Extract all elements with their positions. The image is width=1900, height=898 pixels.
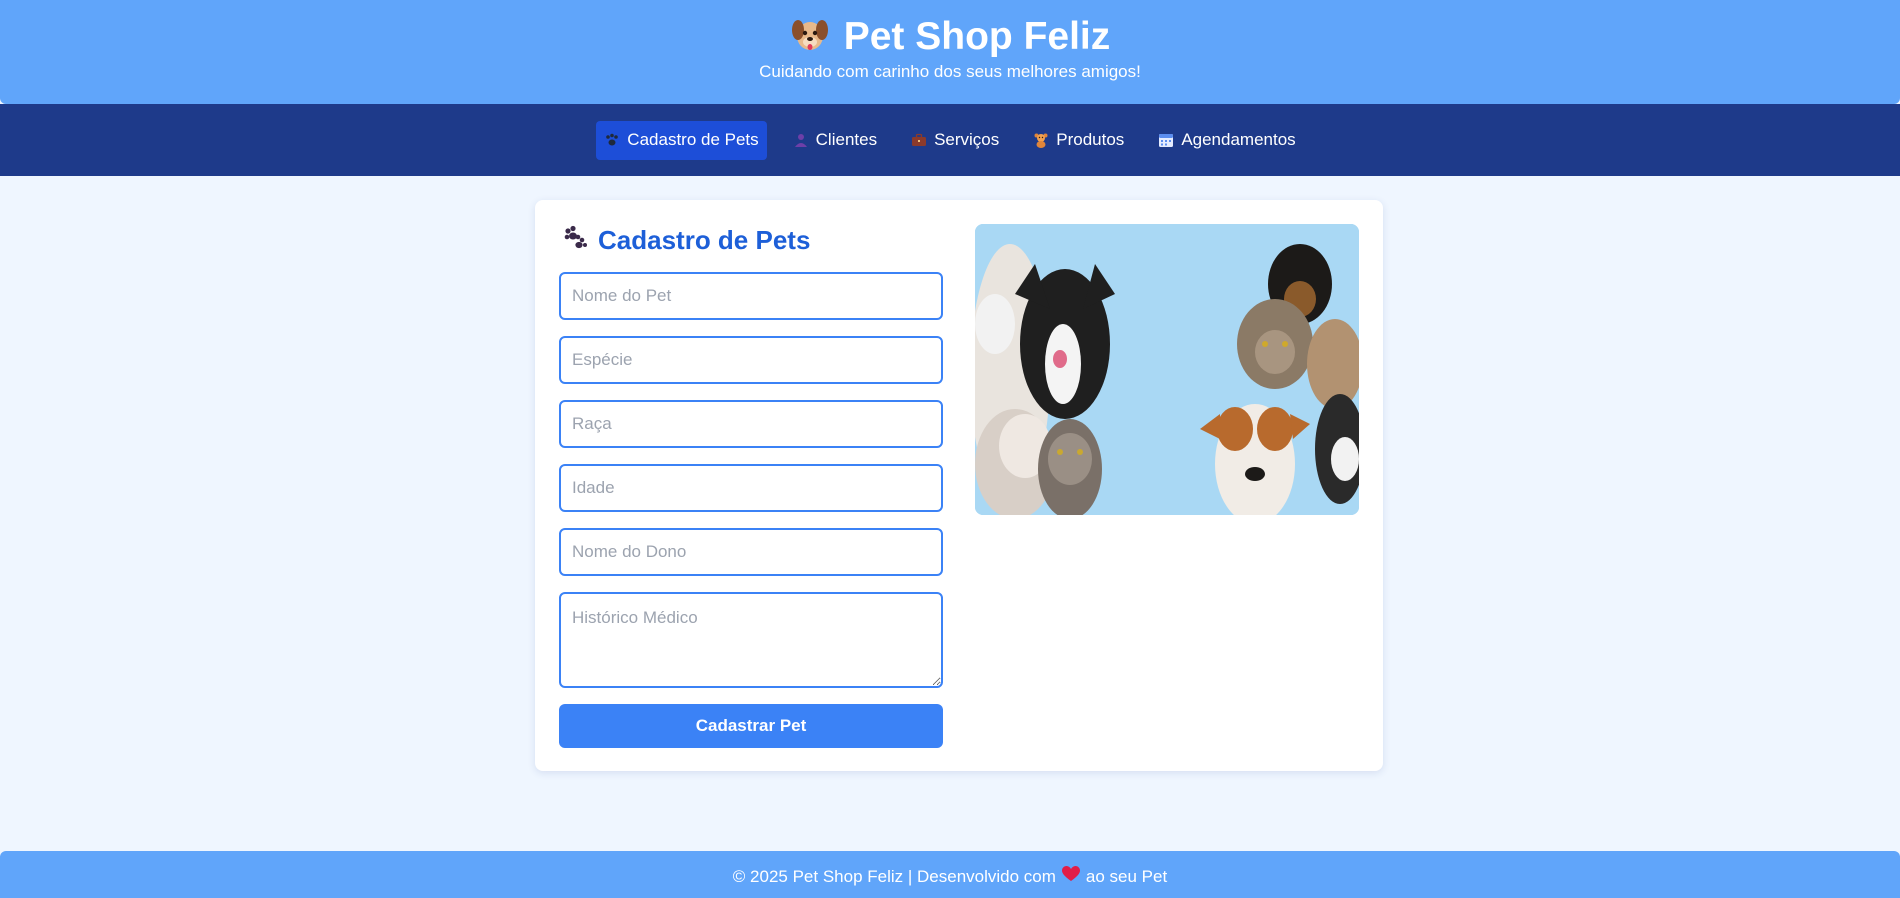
nav-item-cadastro-de-pets[interactable]: Cadastro de Pets	[596, 120, 767, 160]
nav-item-label: Clientes	[815, 130, 878, 149]
heart-icon	[1061, 866, 1080, 887]
medical-history-textarea[interactable]	[559, 592, 943, 688]
owner-name-input[interactable]	[559, 528, 943, 576]
nav-item-label: Cadastro de Pets	[627, 130, 759, 149]
site-header: Pet Shop Feliz Cuidando com carinho dos …	[0, 0, 1900, 104]
nav-item-label: Agendamentos	[1181, 130, 1296, 149]
footer-text-after: ao seu Pet	[1085, 866, 1168, 886]
briefcase-icon	[911, 132, 927, 148]
site-title: Pet Shop Feliz	[0, 14, 1900, 59]
register-pet-button[interactable]: Cadastrar Pet	[559, 704, 943, 748]
pet-registration-card: Cadastro de Pets Cadastrar Pet	[535, 200, 1383, 771]
form-title-text: Cadastro de Pets	[598, 225, 811, 255]
nav-item-servicos[interactable]: Serviços	[903, 121, 1007, 160]
nav-item-produtos[interactable]: Produtos	[1025, 121, 1132, 160]
pet-name-input[interactable]	[559, 272, 943, 320]
person-icon	[793, 132, 809, 148]
dog-face-icon	[790, 14, 830, 59]
main-nav: Cadastro de Pets Clientes Serviços Produ…	[0, 104, 1900, 176]
paw-icon	[604, 132, 620, 148]
footer-text-before: © 2025 Pet Shop Feliz | Desenvolvido com	[732, 866, 1056, 886]
form-title: Cadastro de Pets	[562, 224, 810, 257]
site-title-text: Pet Shop Feliz	[843, 14, 1111, 58]
paw-icon	[562, 224, 588, 257]
nav-item-label: Produtos	[1056, 130, 1125, 149]
site-subtitle: Cuidando com carinho dos seus melhores a…	[759, 62, 1141, 81]
calendar-icon	[1158, 132, 1174, 148]
breed-input[interactable]	[559, 400, 943, 448]
nav-item-agendamentos[interactable]: Agendamentos	[1150, 121, 1303, 160]
nav-item-label: Serviços	[934, 130, 1000, 149]
pets-photo	[975, 224, 1359, 515]
age-input[interactable]	[559, 464, 943, 512]
species-input[interactable]	[559, 336, 943, 384]
site-footer: © 2025 Pet Shop Feliz | Desenvolvido com…	[0, 851, 1900, 898]
teddy-bear-icon	[1033, 132, 1049, 148]
nav-item-clientes[interactable]: Clientes	[785, 121, 885, 160]
